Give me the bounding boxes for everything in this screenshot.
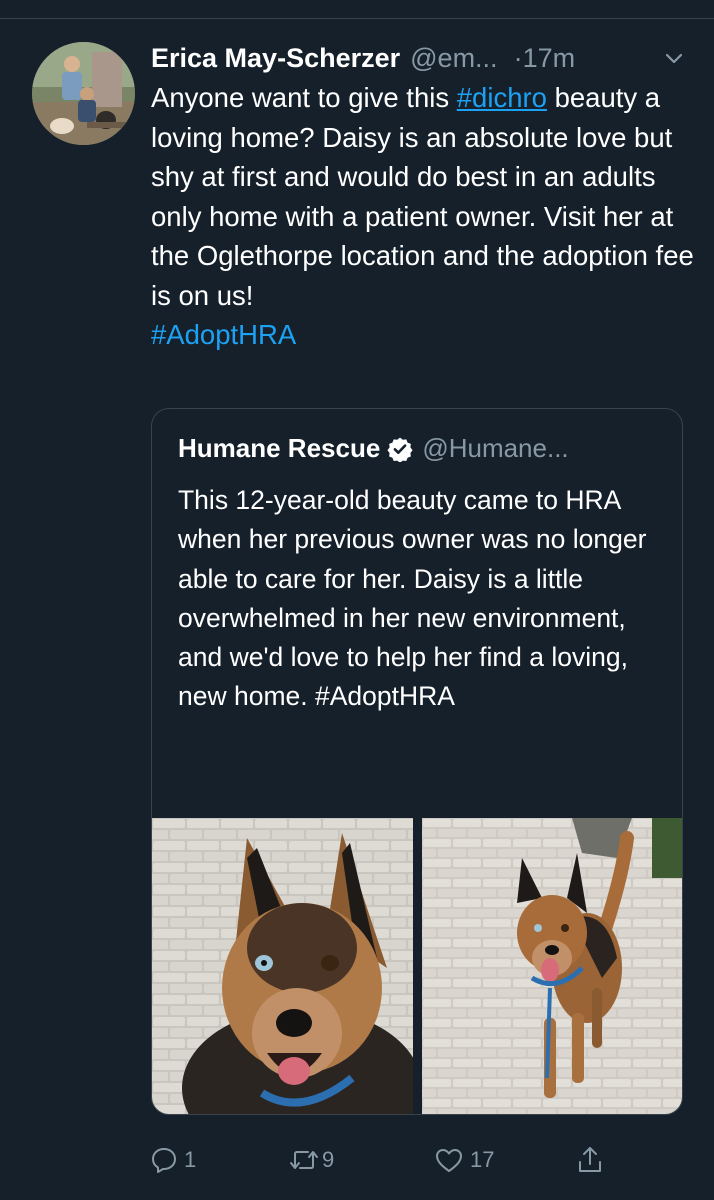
tweet-header: Erica May-Scherzer @em... · 17m — [151, 38, 696, 78]
time-separator: · — [513, 42, 523, 73]
verified-badge-icon — [387, 437, 413, 462]
reply-button[interactable]: 1 — [150, 1140, 196, 1180]
tweet-time[interactable]: 17m — [523, 43, 576, 74]
quoted-tweet-text: This 12-year-old beauty came to HRA when… — [178, 485, 647, 712]
quoted-tweet-header: Humane Rescue @Humane... — [178, 433, 569, 464]
avatar-photo — [32, 42, 135, 145]
share-icon — [579, 1147, 601, 1172]
tweet-text: Anyone want to give this #dichro beauty … — [151, 78, 696, 355]
dog-standing-image — [422, 818, 682, 1114]
dog-photo-closeup[interactable] — [152, 818, 413, 1114]
hashtag-link[interactable]: #dichro — [457, 82, 547, 113]
like-count: 17 — [470, 1147, 495, 1172]
tweet-actions: 1 9 17 — [0, 1140, 714, 1180]
quoted-tweet[interactable]: Humane Rescue @Humane... This 12-year-ol… — [151, 408, 683, 1115]
like-button[interactable]: 17 — [434, 1140, 494, 1180]
like-icon — [436, 1149, 462, 1172]
author-handle[interactable]: @em... — [410, 43, 497, 74]
retweet-count: 9 — [322, 1147, 335, 1172]
reply-icon — [152, 1148, 176, 1173]
author-name[interactable]: Erica May-Scherzer — [151, 43, 400, 74]
dog-photo-standing[interactable] — [422, 818, 682, 1114]
dog-closeup-image — [152, 818, 413, 1114]
avatar[interactable] — [32, 42, 135, 145]
retweet-button[interactable]: 9 — [288, 1140, 334, 1180]
tweet-text-start: Anyone want to give this — [151, 82, 457, 113]
chevron-down-icon[interactable] — [664, 49, 684, 69]
quoted-author-name: Humane Rescue — [178, 433, 381, 463]
retweet-icon — [290, 1151, 318, 1169]
reply-count: 1 — [184, 1147, 197, 1172]
tweet-text-middle: beauty a loving home? Daisy is an absolu… — [151, 82, 694, 311]
quoted-author-handle: @Humane... — [422, 433, 569, 463]
share-button[interactable] — [576, 1140, 604, 1180]
hashtag-link[interactable]: #AdoptHRA — [151, 319, 296, 350]
divider — [0, 18, 714, 19]
tweet[interactable]: Erica May-Scherzer @em... · 17m Anyone w… — [151, 38, 696, 355]
